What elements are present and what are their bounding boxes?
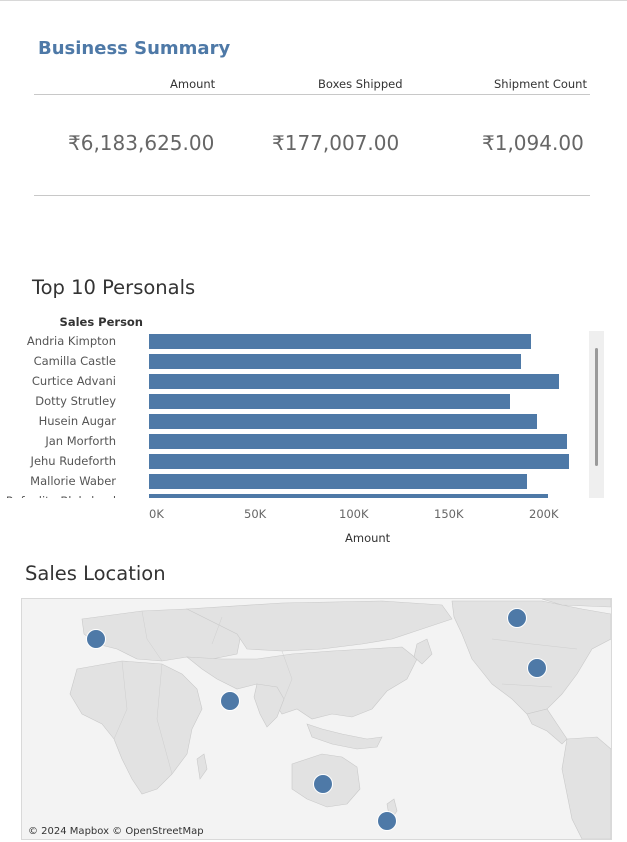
bar[interactable] — [149, 354, 522, 369]
top-divider — [0, 0, 627, 1]
summary-header-divider — [34, 94, 590, 95]
sales-location-map[interactable]: © 2024 Mapbox © OpenStreetMap — [21, 598, 612, 840]
shipment-count-header: Shipment Count — [494, 77, 587, 91]
x-tick-label: 50K — [244, 507, 267, 521]
amount-header: Amount — [170, 77, 216, 91]
row-label: Camilla Castle — [33, 354, 116, 368]
bar[interactable] — [149, 334, 531, 349]
location-dot[interactable] — [527, 658, 547, 678]
summary-bottom-divider — [34, 195, 590, 196]
bar[interactable] — [149, 434, 567, 449]
bar[interactable] — [149, 454, 569, 469]
bar[interactable] — [149, 494, 548, 498]
location-dot[interactable] — [220, 691, 240, 711]
x-axis-label: Amount — [345, 531, 391, 545]
location-dot[interactable] — [377, 811, 397, 831]
chart-scrollbar-thumb[interactable] — [595, 348, 598, 466]
sales-person-header: Sales Person — [59, 315, 143, 329]
x-tick-label: 150K — [434, 507, 464, 521]
row-label: Husein Augar — [38, 414, 116, 428]
x-tick-label: 100K — [339, 507, 369, 521]
location-dot[interactable] — [86, 629, 106, 649]
amount-value: ₹6,183,625.00 — [68, 131, 215, 155]
top10-bar-chart[interactable]: Andria Kimpton Camilla Castle Curtice Adva… — [0, 330, 600, 498]
location-dot[interactable] — [313, 774, 333, 794]
world-map-land — [22, 599, 611, 839]
row-label: Dotty Strutley — [35, 394, 116, 408]
row-label: Jan Morforth — [45, 434, 116, 448]
map-attribution: © 2024 Mapbox © OpenStreetMap — [28, 826, 204, 837]
row-label: Rafaelita Blaksland — [6, 494, 116, 498]
bar[interactable] — [149, 474, 528, 489]
bar[interactable] — [149, 394, 510, 409]
shipment-count-value: ₹1,094.00 — [482, 131, 584, 155]
business-summary-title: Business Summary — [38, 38, 231, 59]
boxes-shipped-header: Boxes Shipped — [318, 77, 403, 91]
bar[interactable] — [149, 374, 560, 389]
row-label: Jehu Rudeforth — [30, 454, 116, 468]
sales-location-title: Sales Location — [25, 562, 166, 585]
location-dot[interactable] — [507, 608, 527, 628]
x-tick-label: 0K — [149, 507, 164, 521]
row-label: Andria Kimpton — [26, 334, 116, 348]
boxes-shipped-value: ₹177,007.00 — [272, 131, 400, 155]
row-label: Mallorie Waber — [30, 474, 116, 488]
top10-title: Top 10 Personals — [32, 276, 196, 299]
bar[interactable] — [149, 414, 537, 429]
row-label: Curtice Advani — [31, 374, 116, 388]
x-tick-label: 200K — [529, 507, 559, 521]
